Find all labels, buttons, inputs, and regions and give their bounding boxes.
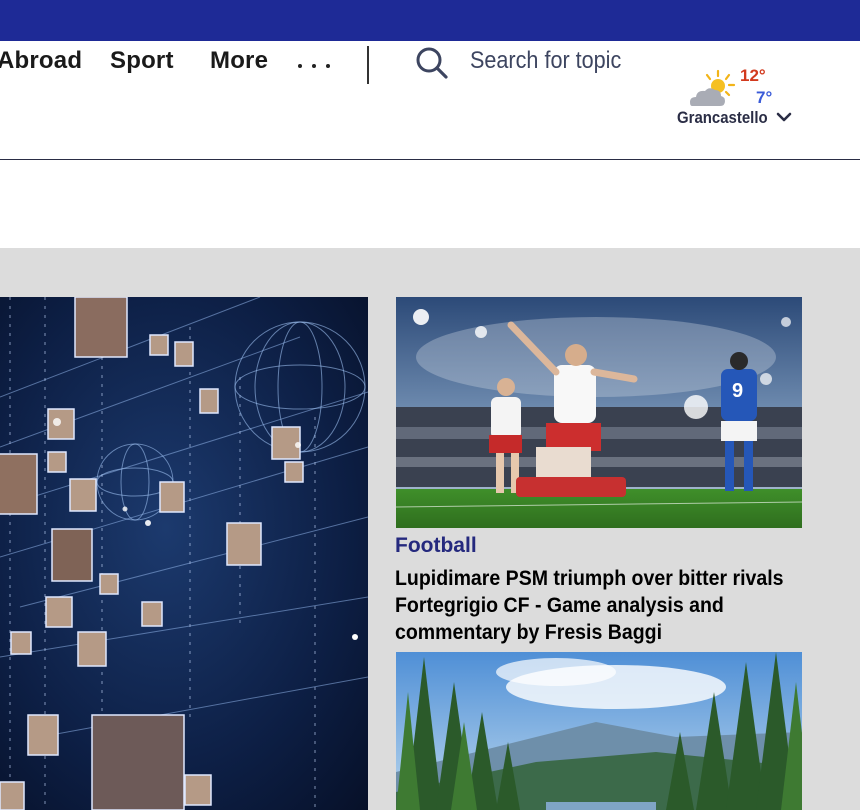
- football-celebration-image[interactable]: 9: [396, 297, 802, 528]
- temperature-low: 7°: [756, 88, 773, 107]
- weather-location: Grancastello: [677, 108, 768, 127]
- article-headline[interactable]: Lupidimare PSM triumph over bitter rival…: [395, 565, 804, 646]
- search-input[interactable]: Search for topic: [470, 47, 621, 75]
- ad-banner: [0, 160, 860, 248]
- temperature-high: 12°: [740, 66, 766, 85]
- partly-cloudy-icon: [688, 69, 738, 109]
- article-category[interactable]: Football: [395, 534, 477, 558]
- forest-landscape-image[interactable]: [396, 652, 802, 810]
- header-divider: [367, 46, 369, 84]
- top-brand-bar: [0, 0, 860, 41]
- nav-item-abroad[interactable]: Abroad: [0, 47, 82, 75]
- weather-widget[interactable]: 12° 7° Grancastello: [676, 65, 806, 133]
- nav-item-sport[interactable]: Sport: [110, 47, 174, 75]
- chevron-down-icon[interactable]: [776, 111, 792, 123]
- network-faces-image[interactable]: [0, 297, 368, 810]
- svg-text:9: 9: [732, 380, 743, 402]
- ellipsis-icon[interactable]: [296, 61, 332, 71]
- search-icon[interactable]: [415, 46, 449, 80]
- nav-item-more[interactable]: More: [210, 47, 268, 75]
